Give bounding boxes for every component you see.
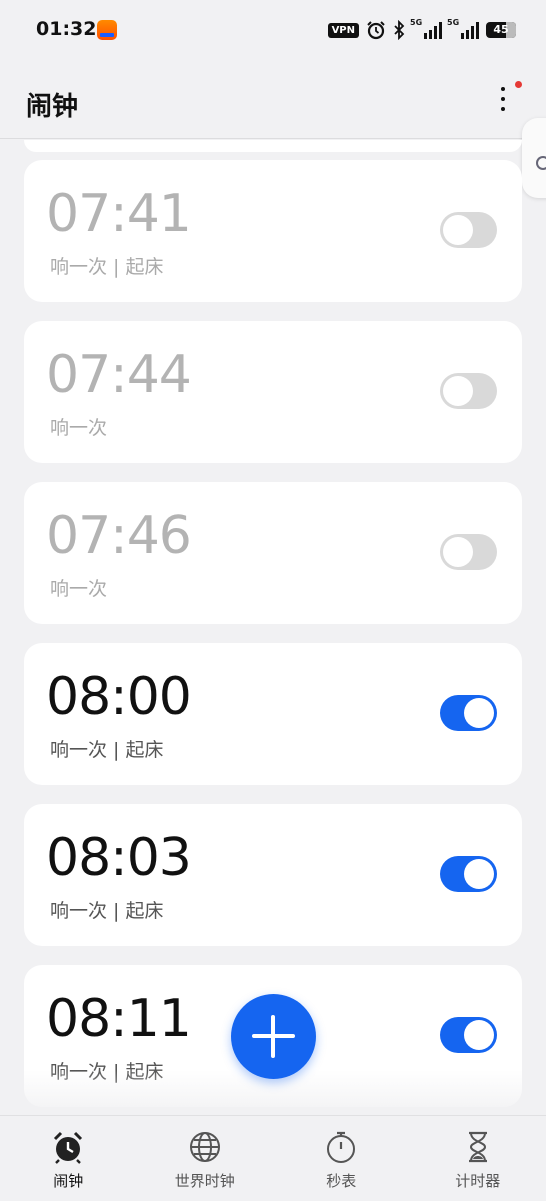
status-icons: VPN 5G 5G 45 bbox=[328, 18, 516, 42]
alarm-card[interactable]: 07:44 响一次 bbox=[24, 321, 522, 463]
bluetooth-icon bbox=[393, 20, 405, 40]
stopwatch-icon bbox=[273, 1130, 410, 1164]
alarm-description: 响一次 bbox=[50, 413, 107, 440]
alarm-status-icon bbox=[366, 20, 386, 40]
alarm-toggle[interactable] bbox=[440, 373, 497, 409]
alarm-description: 响一次 | 起床 bbox=[50, 896, 163, 923]
alarm-toggle[interactable] bbox=[440, 695, 497, 731]
status-bar: 01:32 VPN 5G 5G 45 bbox=[0, 0, 546, 60]
alarm-toggle[interactable] bbox=[440, 212, 497, 248]
nav-alarm[interactable]: 闹钟 bbox=[0, 1116, 137, 1201]
alarm-time: 08:11 bbox=[46, 989, 191, 1049]
alarm-list: 07:41 响一次 | 起床 07:44 响一次 07:46 响一次 08:00 响一次 | … bbox=[24, 160, 522, 1126]
nav-world-clock[interactable]: 世界时钟 bbox=[137, 1116, 274, 1201]
nav-label: 计时器 bbox=[410, 1170, 546, 1191]
alarm-description: 响一次 bbox=[50, 574, 107, 601]
battery-icon: 45 bbox=[486, 22, 516, 38]
floating-side-tab[interactable] bbox=[522, 118, 546, 198]
alarm-card[interactable]: 08:00 响一次 | 起床 bbox=[24, 643, 522, 785]
alarm-time: 07:41 bbox=[46, 184, 191, 244]
signal-icon-1: 5G bbox=[412, 21, 442, 39]
alarm-description: 响一次 | 起床 bbox=[50, 1057, 163, 1084]
hourglass-icon bbox=[410, 1130, 546, 1164]
nav-label: 世界时钟 bbox=[137, 1170, 274, 1191]
app-notification-icon bbox=[97, 20, 117, 40]
page-title: 闹钟 bbox=[26, 86, 78, 123]
nav-label: 秒表 bbox=[273, 1170, 410, 1191]
alarm-description: 响一次 | 起床 bbox=[50, 735, 163, 762]
alarm-time: 07:44 bbox=[46, 345, 191, 405]
vpn-icon: VPN bbox=[328, 23, 359, 38]
alarm-time: 08:03 bbox=[46, 828, 191, 888]
alarm-time: 08:00 bbox=[46, 667, 191, 727]
status-time: 01:32 bbox=[36, 18, 96, 40]
signal-icon-2: 5G bbox=[449, 21, 479, 39]
app-header: 闹钟 bbox=[0, 60, 546, 139]
alarm-toggle[interactable] bbox=[440, 1017, 497, 1053]
alarm-clock-icon bbox=[0, 1130, 137, 1164]
alarm-toggle[interactable] bbox=[440, 856, 497, 892]
nav-label: 闹钟 bbox=[0, 1170, 137, 1191]
previous-card-edge bbox=[24, 140, 522, 152]
alarm-description: 响一次 | 起床 bbox=[50, 252, 163, 279]
alarm-card[interactable]: 07:46 响一次 bbox=[24, 482, 522, 624]
alarm-card[interactable]: 07:41 响一次 | 起床 bbox=[24, 160, 522, 302]
alarm-time: 07:46 bbox=[46, 506, 191, 566]
add-alarm-button[interactable] bbox=[231, 994, 316, 1079]
nav-stopwatch[interactable]: 秒表 bbox=[273, 1116, 410, 1201]
nav-timer[interactable]: 计时器 bbox=[410, 1116, 546, 1201]
battery-level: 45 bbox=[493, 23, 508, 36]
globe-icon bbox=[137, 1130, 274, 1164]
alarm-toggle[interactable] bbox=[440, 534, 497, 570]
bottom-nav: 闹钟世界时钟秒表计时器 bbox=[0, 1115, 546, 1201]
notification-dot bbox=[515, 81, 522, 88]
alarm-card[interactable]: 08:03 响一次 | 起床 bbox=[24, 804, 522, 946]
more-options-icon[interactable] bbox=[494, 84, 512, 118]
